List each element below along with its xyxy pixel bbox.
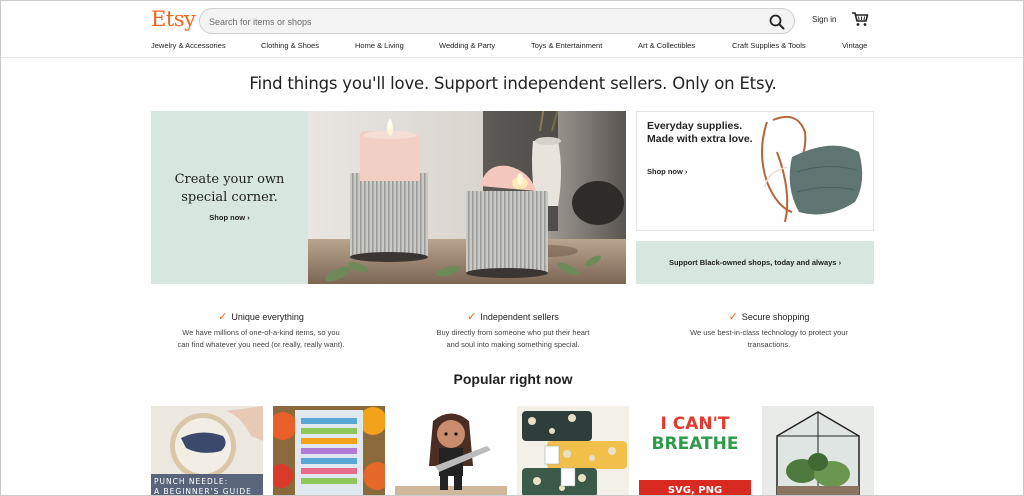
checkmark-icon: ✓ — [218, 311, 228, 323]
page-headline: Find things you'll love. Support indepen… — [249, 74, 777, 93]
nav-jewelry-accessories[interactable]: Jewelry & Accessories — [151, 41, 226, 50]
etsy-logo[interactable]: Etsy — [151, 7, 196, 31]
value-prop-heading: ✓ Unique everything — [156, 310, 366, 323]
value-prop-description-line1: We have millions of one-of-a-kind items,… — [182, 328, 340, 337]
product-tile-crochet-doll[interactable] — [395, 406, 507, 496]
nav-vintage[interactable]: Vintage — [842, 41, 867, 50]
nav-art-collectibles[interactable]: Art & Collectibles — [638, 41, 695, 50]
support-label: Support Black-owned shops, today and alw… — [668, 258, 837, 267]
search-icon[interactable] — [768, 13, 786, 31]
hero-title-line2: special corner. — [181, 190, 278, 205]
support-link[interactable]: Support Black-owned shops, today and alw… — [669, 258, 841, 267]
product-tile-dog-collars[interactable] — [517, 406, 629, 496]
browser-frame: Etsy Sign in Jewelry & Accessories Cloth… — [0, 0, 1024, 496]
search-bar — [199, 8, 795, 34]
value-prop-description-line2: can find whatever you need (or really, r… — [177, 340, 345, 349]
hero-banner[interactable]: Create your own special corner. Shop now… — [151, 111, 626, 284]
promo-shop-now-link[interactable]: Shop now › — [647, 167, 687, 176]
cart-icon[interactable] — [851, 11, 869, 27]
tile-5-headline-line2: BREATHE — [652, 434, 739, 454]
value-prop-independent: ✓ Independent sellers Buy directly from s… — [408, 310, 618, 351]
nav-clothing-shoes[interactable]: Clothing & Shoes — [261, 41, 319, 50]
nav-craft-supplies-tools[interactable]: Craft Supplies & Tools — [732, 41, 806, 50]
hero-shop-now-link[interactable]: Shop now › — [209, 213, 249, 222]
value-prop-secure: ✓ Secure shopping We use best-in-class te… — [664, 310, 874, 351]
hero-shop-now-label: Shop now — [209, 213, 246, 222]
promo-card-supplies[interactable]: Everyday supplies. Made with extra love.… — [636, 111, 874, 231]
product-tile-i-cant-breathe[interactable]: I CAN'T BREATHE SVG, PNG — [639, 406, 751, 496]
tile-5-format-label: SVG, PNG — [668, 485, 722, 496]
tile-5-headline-line1: I CAN'T — [661, 414, 730, 434]
candles-photo — [308, 111, 626, 284]
site-header: Etsy Sign in Jewelry & Accessories Cloth… — [1, 1, 1023, 58]
value-prop-description-line1: Buy directly from someone who put their … — [436, 328, 590, 337]
face-mask-image — [761, 116, 863, 223]
sign-in-link[interactable]: Sign in — [812, 15, 836, 24]
popular-heading: Popular right now — [453, 371, 573, 387]
tile-1-caption-line2: A BEGINNER'S GUIDE — [154, 487, 252, 496]
chevron-right-icon: › — [838, 258, 842, 267]
support-black-owned-banner[interactable]: Support Black-owned shops, today and alw… — [636, 241, 874, 284]
nav-toys-entertainment[interactable]: Toys & Entertainment — [531, 41, 602, 50]
chevron-right-icon: › — [684, 167, 688, 176]
value-prop-description-line2: transactions. — [747, 340, 791, 349]
category-nav: Jewelry & Accessories Clothing & Shoes H… — [1, 41, 1023, 55]
value-prop-unique: ✓ Unique everything We have millions of o… — [156, 310, 366, 351]
value-prop-title: Unique everything — [231, 312, 304, 322]
value-prop-description-line1: We use best-in-class technology to prote… — [690, 328, 848, 337]
chevron-right-icon: › — [247, 213, 250, 222]
promo-shop-now-label: Shop now — [647, 167, 683, 176]
value-prop-description-line2: and soul into making something special. — [446, 340, 580, 349]
nav-home-living[interactable]: Home & Living — [355, 41, 404, 50]
search-input[interactable] — [209, 14, 749, 30]
value-prop-heading: ✓ Independent sellers — [408, 310, 618, 323]
tile-1-caption-line1: PUNCH NEEDLE: — [154, 477, 228, 486]
nav-wedding-party[interactable]: Wedding & Party — [439, 41, 495, 50]
value-prop-title: Secure shopping — [741, 312, 810, 322]
product-tile-terrarium[interactable] — [762, 406, 874, 496]
hero-text: Create your own special corner. Shop now… — [151, 171, 308, 225]
hero-title-line1: Create your own — [174, 172, 285, 187]
value-prop-title: Independent sellers — [480, 312, 559, 322]
product-tile-sticker-chart[interactable] — [273, 406, 385, 496]
value-prop-heading: ✓ Secure shopping — [664, 310, 874, 323]
product-tile-punch-needle[interactable]: PUNCH NEEDLE: A BEGINNER'S GUIDE — [151, 406, 263, 496]
checkmark-icon: ✓ — [467, 311, 477, 323]
checkmark-icon: ✓ — [728, 311, 738, 323]
